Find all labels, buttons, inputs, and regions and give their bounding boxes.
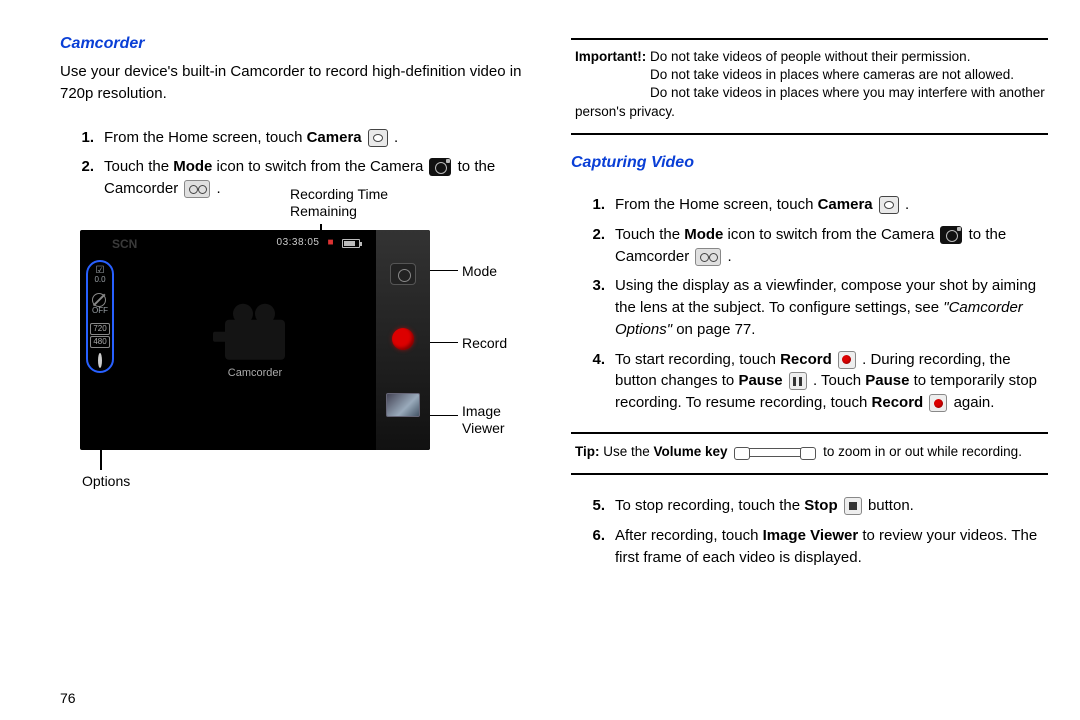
camcorder-center-icon (219, 310, 291, 365)
mode-button (390, 263, 416, 285)
step-number: 2. (80, 156, 104, 200)
pause-icon (789, 372, 807, 390)
r-step-6: 6. After recording, touch Image Viewer t… (591, 525, 1048, 569)
camera-icon (879, 196, 899, 214)
right-steps-cont: 5. To stop recording, touch the Stop but… (591, 487, 1048, 576)
step-body: From the Home screen, touch Camera . (104, 127, 539, 149)
scn-label: SCN (112, 236, 137, 253)
r-step-3: 3. Using the display as a viewfinder, co… (591, 275, 1048, 340)
manual-page: Camcorder Use your device's built-in Cam… (0, 0, 1080, 720)
settings-gear-icon (98, 356, 102, 367)
callout-record: Record (462, 333, 507, 353)
right-steps: 1. From the Home screen, touch Camera . … (591, 186, 1048, 422)
viewfinder: SCN 03:38:05 ■ ☑ 0.0 OFF 720 480 (80, 230, 430, 450)
step-number: 1. (80, 127, 104, 149)
options-rail: ☑ 0.0 OFF 720 480 (86, 260, 114, 373)
camcorder-icon (695, 248, 721, 266)
rule (571, 432, 1048, 434)
resolution-option: 720 480 (90, 323, 109, 348)
timecode: 03:38:05 (277, 236, 320, 251)
battery-icon (342, 239, 360, 248)
image-viewer-thumb (386, 393, 420, 417)
callout-mode: Mode (462, 261, 497, 281)
ev-option: ☑ 0.0 (94, 266, 105, 285)
heading-capturing-video: Capturing Video (571, 151, 1048, 174)
volume-key-icon (735, 448, 815, 457)
callout-image-viewer: Image Viewer (462, 403, 505, 437)
r-step-1: 1. From the Home screen, touch Camera . (591, 194, 1048, 216)
record-icon (838, 351, 856, 369)
step-1: 1. From the Home screen, touch Camera . (80, 127, 539, 149)
record-icon (929, 394, 947, 412)
camcorder-screenshot: Recording Time Remaining SCN 03:38:05 ■ … (60, 230, 470, 450)
tip-note: Tip: Use the Volume key to zoom in or ou… (571, 440, 1048, 464)
callout-recording-time: Recording Time Remaining (290, 186, 388, 220)
rule (571, 38, 1048, 40)
camera-dark-icon (940, 226, 962, 244)
left-column: Camcorder Use your device's built-in Cam… (60, 28, 557, 710)
camera-dark-icon (429, 158, 451, 176)
camcorder-icon (184, 180, 210, 198)
status-bar: 03:38:05 ■ (277, 236, 360, 251)
r-step-5: 5. To stop recording, touch the Stop but… (591, 495, 1048, 517)
page-number: 76 (60, 688, 76, 708)
record-button (392, 328, 414, 350)
intro-text: Use your device's built-in Camcorder to … (60, 61, 539, 105)
flash-option: OFF (92, 293, 108, 315)
right-rail (376, 230, 430, 450)
heading-camcorder: Camcorder (60, 32, 539, 55)
rule (571, 473, 1048, 475)
stop-icon (844, 497, 862, 515)
center-label: Camcorder (228, 366, 282, 382)
callout-options: Options (82, 471, 130, 491)
important-note: Important!: Do not take videos of people… (571, 46, 1048, 123)
camera-icon (368, 129, 388, 147)
r-step-2: 2. Touch the Mode icon to switch from th… (591, 224, 1048, 268)
rule (571, 133, 1048, 135)
r-step-4: 4. To start recording, touch Record . Du… (591, 349, 1048, 414)
right-column: Important!: Do not take videos of people… (557, 28, 1054, 710)
